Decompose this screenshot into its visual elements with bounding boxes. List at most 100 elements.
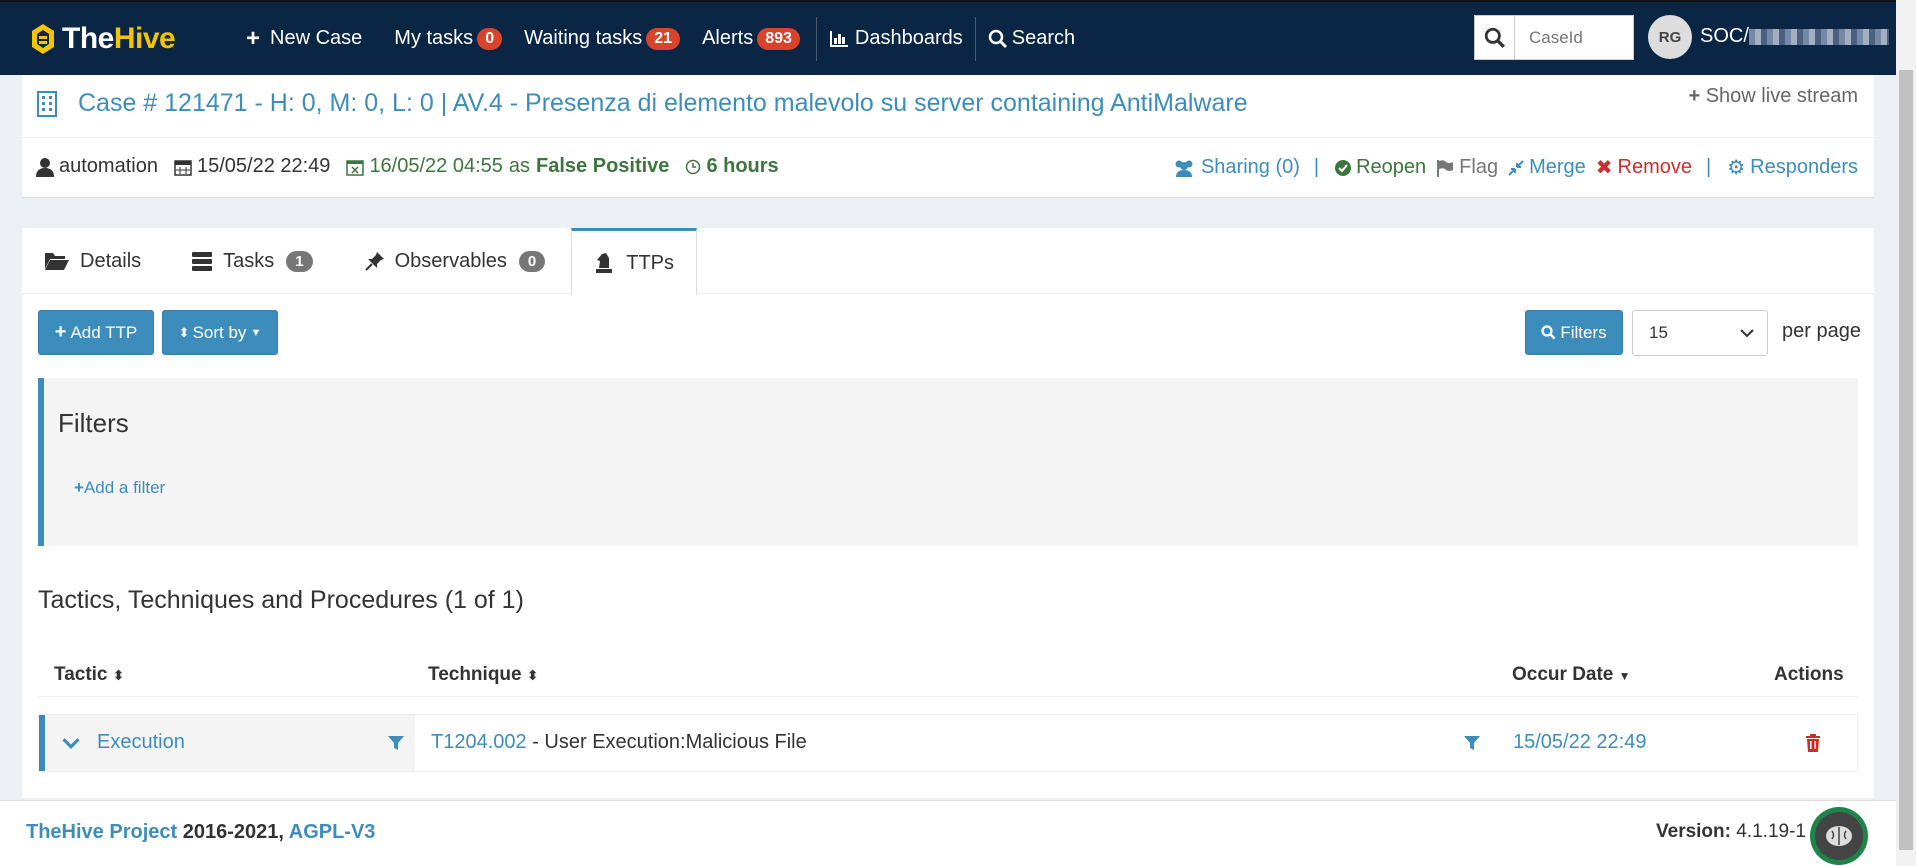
version-label: Version: xyxy=(1656,821,1731,842)
caseid-search-button[interactable] xyxy=(1475,16,1515,59)
plus-icon: + xyxy=(1688,85,1701,107)
license-link[interactable]: AGPL-V3 xyxy=(289,821,376,843)
check-circle-icon xyxy=(1335,159,1352,176)
cortex-status-button[interactable] xyxy=(1810,807,1868,865)
show-live-stream-link[interactable]: + Show live stream xyxy=(1688,85,1858,108)
sort-icon: ⬍ xyxy=(112,667,125,683)
pin-icon xyxy=(364,252,384,271)
flag-button[interactable]: Flag xyxy=(1436,156,1498,179)
show-live-stream-label: Show live stream xyxy=(1705,85,1858,107)
tab-ttps[interactable]: TTPs xyxy=(571,228,698,295)
my-tasks-link[interactable]: My tasks 0 xyxy=(394,27,503,50)
sharing-button[interactable]: Sharing (0) xyxy=(1172,156,1300,179)
technique-header-label: Technique xyxy=(428,664,522,685)
sort-icon: ⬍ xyxy=(526,667,539,683)
tab-tasks[interactable]: Tasks 1 xyxy=(163,228,334,294)
folder-open-icon xyxy=(45,253,69,270)
separator: | xyxy=(1313,156,1320,178)
footer: TheHive Project 2016-2021, AGPL-V3 Versi… xyxy=(0,800,1896,866)
case-created-date: 15/05/22 22:49 xyxy=(196,155,331,177)
responders-label: Responders xyxy=(1750,155,1858,178)
bar-chart-icon xyxy=(829,30,848,47)
close-icon: ✖ xyxy=(1595,157,1613,179)
search-label: Search xyxy=(1011,27,1076,49)
sort-by-button[interactable]: ⬍ Sort by ▼ xyxy=(162,310,278,355)
alerts-link[interactable]: Alerts 893 xyxy=(702,27,800,50)
gear-icon: ⚙ xyxy=(1727,157,1746,179)
sort-icon: ⬍ xyxy=(178,324,190,340)
header-divider xyxy=(38,696,1858,697)
waiting-tasks-link[interactable]: Waiting tasks 21 xyxy=(524,27,681,50)
merge-label: Merge xyxy=(1529,156,1586,178)
search-icon xyxy=(1484,27,1505,48)
separator: | xyxy=(1706,156,1712,178)
footer-copyright: TheHive Project 2016-2021, AGPL-V3 xyxy=(26,821,375,844)
observables-count-badge: 0 xyxy=(518,250,546,272)
column-header-actions: Actions xyxy=(1774,664,1844,685)
case-duration: 6 hours xyxy=(706,155,779,177)
column-header-technique[interactable]: Technique ⬍ xyxy=(428,664,539,686)
dashboards-link[interactable]: Dashboards xyxy=(829,27,963,50)
remove-button[interactable]: ✖ Remove xyxy=(1596,155,1692,180)
chevron-down-icon[interactable] xyxy=(61,733,81,753)
thehive-project-link[interactable]: TheHive Project xyxy=(26,821,177,843)
flag-label: Flag xyxy=(1459,156,1499,178)
caseid-input[interactable] xyxy=(1515,16,1633,59)
case-title: Case # 121471 - H: 0, M: 0, L: 0 | AV.4 … xyxy=(78,89,1248,117)
search-icon xyxy=(988,29,1007,48)
case-header: Case # 121471 - H: 0, M: 0, L: 0 | AV.4 … xyxy=(22,75,1874,198)
chevron-down-icon xyxy=(1740,329,1754,338)
caret-down-icon: ▼ xyxy=(250,326,262,339)
page-size-select[interactable]: 15 xyxy=(1632,310,1768,356)
case-author: automation xyxy=(59,155,158,177)
scrollbar[interactable] xyxy=(1896,0,1916,866)
remove-label: Remove xyxy=(1617,155,1693,178)
building-icon xyxy=(37,90,57,117)
case-resolution: False Positive xyxy=(536,155,670,177)
add-ttp-label: Add TTP xyxy=(70,322,138,342)
new-case-button[interactable]: + New Case xyxy=(246,25,362,53)
trash-icon[interactable] xyxy=(1805,734,1821,752)
technique-cell: T1204.002 - User Execution:Malicious Fil… xyxy=(431,731,807,754)
reopen-button[interactable]: Reopen xyxy=(1335,156,1426,179)
alerts-label: Alerts xyxy=(702,27,754,49)
responders-button[interactable]: ⚙ Responders xyxy=(1727,155,1858,180)
my-tasks-label: My tasks xyxy=(394,27,474,49)
search-link[interactable]: Search xyxy=(988,27,1075,50)
case-closed-date: 16/05/22 04:55 xyxy=(369,155,503,177)
tactic-link[interactable]: Execution xyxy=(97,731,185,754)
dashboards-label: Dashboards xyxy=(854,27,963,49)
merge-button[interactable]: Merge xyxy=(1508,156,1586,179)
users-icon xyxy=(1175,160,1193,177)
calendar-icon xyxy=(174,159,192,176)
occur-date-header-label: Occur Date xyxy=(1512,664,1614,685)
user-avatar[interactable]: RG xyxy=(1648,15,1692,59)
add-filter-label: Add a filter xyxy=(83,478,166,497)
table-row: Execution T1204.002 - User Execution:Mal… xyxy=(38,714,1858,772)
occur-date-link[interactable]: 15/05/22 22:49 xyxy=(1513,731,1646,754)
column-header-occur-date[interactable]: Occur Date ▼ xyxy=(1512,664,1631,686)
add-filter-link[interactable]: +Add a filter xyxy=(74,478,165,498)
add-ttp-button[interactable]: + Add TTP xyxy=(38,310,154,355)
brand-name: TheHive xyxy=(62,21,176,55)
search-icon xyxy=(1541,325,1556,340)
filters-button[interactable]: Filters xyxy=(1525,310,1623,355)
technique-name: - User Execution:Malicious File xyxy=(526,731,807,753)
plus-icon: + xyxy=(246,24,261,52)
calendar-closed-icon xyxy=(346,159,365,176)
tab-details[interactable]: Details xyxy=(22,228,163,294)
filter-icon[interactable] xyxy=(387,734,405,752)
brand[interactable]: TheHive xyxy=(30,22,200,56)
tactic-cell: Execution xyxy=(39,715,415,771)
filter-icon[interactable] xyxy=(1463,734,1481,752)
scrollbar-thumb[interactable] xyxy=(1899,70,1913,850)
tab-observables[interactable]: Observables 0 xyxy=(335,228,568,294)
waiting-tasks-label: Waiting tasks xyxy=(524,27,643,49)
compress-icon xyxy=(1508,160,1524,176)
per-page-label: per page xyxy=(1782,320,1861,342)
tactic-header-label: Tactic xyxy=(54,664,108,685)
technique-id-link[interactable]: T1204.002 xyxy=(431,731,527,753)
column-header-tactic[interactable]: Tactic ⬍ xyxy=(54,664,125,686)
tab-tasks-label: Tasks xyxy=(223,249,275,272)
user-menu[interactable]: SOC/ xyxy=(1700,25,1889,48)
